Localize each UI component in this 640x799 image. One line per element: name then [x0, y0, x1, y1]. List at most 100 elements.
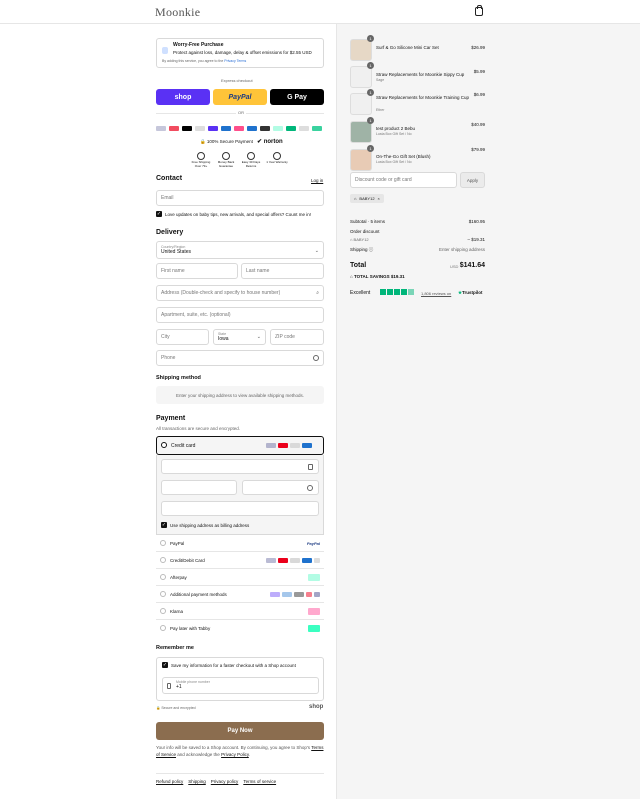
credit-card-label: Credit card [171, 443, 196, 449]
state-select[interactable]: State Iowa ⌄ [213, 329, 266, 345]
login-link[interactable]: Log in [311, 178, 323, 183]
phone-field[interactable]: Phone [156, 350, 324, 366]
save-info-checkbox[interactable]: ✓ [162, 662, 168, 668]
security-code-field[interactable] [242, 480, 319, 495]
credit-debit-option[interactable]: Credit/Debit Card [156, 552, 324, 569]
klarna-logo [308, 608, 320, 615]
city-field[interactable]: City [156, 329, 209, 345]
save-info-label: Save my information for a faster checkou… [171, 663, 296, 668]
payment-subtitle: All transactions are secure and encrypte… [156, 426, 241, 431]
secure-encrypted: 🔒 Secure and encrypted [156, 706, 196, 710]
privacy-policy-link[interactable]: Privacy policy [211, 779, 239, 784]
search-icon: ⌕ [316, 290, 319, 296]
shop-pay-button[interactable]: shop [156, 89, 210, 105]
radio-klarna[interactable] [160, 608, 166, 614]
expiry-field[interactable] [161, 480, 237, 495]
product-image [350, 121, 372, 143]
privacy-terms-link[interactable]: Privacy Terms [224, 59, 246, 63]
payment-logos [156, 126, 324, 132]
express-label: Express checkout [221, 78, 253, 83]
radio-tabby[interactable] [160, 625, 166, 631]
billing-checkbox[interactable]: ✓ [161, 522, 167, 528]
tabby-option[interactable]: Pay later with Tabby [156, 620, 324, 637]
shipping-link[interactable]: Shipping [188, 779, 206, 784]
reviews-link[interactable]: 1,806 reviews on [421, 291, 451, 296]
radio-credit-card[interactable] [161, 442, 167, 448]
worry-desc: Protect against loss, damage, delay & of… [173, 50, 312, 55]
secure-payment-label: 🔒 100% Secure Payment [200, 139, 253, 144]
last-name-field[interactable]: Last name [241, 263, 324, 279]
discount-tag: ⌂ BABY12 × [350, 194, 384, 203]
item-variant: Lusta Box Gift Set / No [376, 160, 412, 164]
discount-field[interactable]: Discount code or gift card [350, 172, 457, 188]
or-label: OR [236, 110, 246, 115]
quantity-badge: 1 [367, 117, 374, 124]
help-icon[interactable] [313, 355, 319, 361]
name-on-card-field[interactable] [161, 501, 319, 516]
additional-methods-option[interactable]: Additional payment methods [156, 586, 324, 603]
apply-button[interactable]: Apply [460, 172, 485, 188]
cart-item: 1 Surf & Go Silicone Mini Car Set [350, 35, 498, 62]
order-discount-label: Order discount [350, 229, 380, 234]
zip-field[interactable]: ZIP code [270, 329, 324, 345]
pay-now-button[interactable]: Pay Now [156, 722, 324, 740]
credit-debit-label: Credit/Debit Card [170, 558, 205, 563]
shopping-bag-icon[interactable] [475, 5, 483, 16]
footer-links: Refund policy Shipping Privacy policy Te… [156, 779, 276, 784]
apartment-field[interactable]: Apartment, suite, etc. (optional) [156, 307, 324, 323]
total-label: Total [350, 262, 367, 269]
worry-title: Worry-Free Purchase [173, 42, 224, 48]
credit-card-option[interactable]: Credit card [156, 436, 324, 455]
item-variant: Lusta Box Gift Set / No [376, 132, 412, 136]
returns-badge: Easy 30 Days Returns [239, 152, 263, 168]
card-brand-icons [264, 558, 320, 565]
klarna-option[interactable]: Klarna [156, 603, 324, 620]
item-price: $79.99 [471, 147, 485, 152]
remove-discount-icon[interactable]: × [378, 196, 380, 201]
shipping-value: Enter shipping address [438, 247, 485, 252]
remember-title: Remember me [156, 645, 194, 651]
address-field[interactable]: Address (Double-check and specify to hou… [156, 285, 324, 301]
cart-items: 1 Surf & Go Silicone Mini Car Set 1 Stra… [350, 35, 498, 178]
discount-value: – $19.31 [467, 237, 485, 242]
email-field[interactable]: Email [156, 190, 324, 206]
terms-of-service-link[interactable]: Terms of service [243, 779, 276, 784]
privacy-link[interactable]: Privacy Policy [221, 752, 249, 757]
product-image [350, 39, 372, 61]
tabby-label: Pay later with Tabby [170, 626, 211, 631]
tag-icon: ⌂ [354, 196, 357, 201]
first-name-field[interactable]: First name [156, 263, 238, 279]
newsletter-checkbox[interactable]: ✓ [156, 211, 162, 217]
shipping-message: Enter your shipping address to view avai… [156, 386, 324, 404]
mobile-field[interactable]: Mobile phone number +1 [162, 677, 319, 694]
country-select[interactable]: Country/Region United States ⌄ [156, 241, 324, 259]
phone-icon [167, 683, 171, 689]
card-number-field[interactable] [161, 459, 319, 474]
subtotal-label: Subtotal · 5 items [350, 219, 386, 224]
total-value: $141.64 [459, 262, 485, 269]
remember-card: ✓ Save my information for a faster check… [156, 657, 324, 701]
help-icon[interactable] [307, 485, 313, 491]
afterpay-option[interactable]: Afterpay [156, 569, 324, 586]
product-image [350, 149, 372, 171]
paypal-option[interactable]: PayPal PayPal [156, 535, 324, 552]
delivery-title: Delivery [156, 229, 184, 236]
tabby-logo [308, 625, 320, 632]
newsletter-label: Love updates on baby tips, new arrivals,… [165, 212, 312, 217]
logo[interactable]: Moonkie [155, 5, 200, 20]
paypal-label: PayPal [170, 541, 185, 546]
radio-credit-debit[interactable] [160, 557, 166, 563]
contact-title: Contact [156, 175, 183, 182]
radio-afterpay[interactable] [160, 574, 166, 580]
paypal-button[interactable]: PayPal [213, 89, 267, 105]
radio-additional[interactable] [160, 591, 166, 597]
card-brand-icons [264, 443, 312, 450]
shield-icon [162, 47, 168, 54]
refund-policy-link[interactable]: Refund policy [156, 779, 183, 784]
item-variant: Sage [376, 78, 385, 82]
radio-paypal[interactable] [160, 540, 166, 546]
afterpay-label: Afterpay [170, 575, 187, 580]
free-shipping-badge: Free Shipping Over 79+ [189, 152, 213, 168]
afterpay-logo [308, 574, 320, 581]
gpay-button[interactable]: G Pay [270, 89, 324, 105]
